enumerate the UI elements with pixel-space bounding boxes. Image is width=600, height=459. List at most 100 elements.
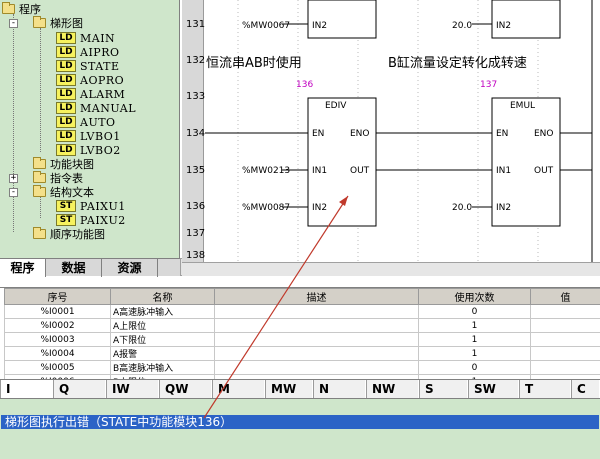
tab-t[interactable]: T: [519, 380, 571, 399]
tab-sw[interactable]: SW: [468, 380, 519, 399]
ladder-scrollbar[interactable]: [182, 262, 600, 276]
tree-item-ladder[interactable]: - 梯形图: [9, 16, 83, 30]
symbol-grid: 序号 名称 描述 使用次数 值 %I0001 A高速脉冲输入 0 %I0002 …: [4, 288, 600, 389]
tree-item-label: MAIN: [80, 31, 116, 45]
count-cell: 0: [418, 304, 531, 319]
folder-icon: [33, 16, 46, 28]
tree-item-ld-alarm[interactable]: LD ALARM: [56, 87, 125, 101]
ld-badge-icon: LD: [56, 46, 76, 58]
name-cell: A高速脉冲输入: [110, 304, 215, 319]
tree-item-ld-auto[interactable]: LD AUTO: [56, 115, 116, 129]
tree-item-label: STATE: [80, 59, 120, 73]
tab-m[interactable]: M: [212, 380, 265, 399]
count-cell: 0: [418, 360, 531, 375]
table-row[interactable]: %I0001 A高速脉冲输入 0: [4, 304, 600, 319]
variable-label: %MW0213: [242, 166, 290, 176]
tree-connector: [40, 28, 41, 152]
tab-resource[interactable]: 资源: [102, 259, 158, 277]
tree-item-st-paixu1[interactable]: ST PAIXU1: [56, 199, 126, 213]
ladder-grid: EDIV EN IN1 IN2 ENO OUT EMUL EN IN1 IN2 …: [205, 0, 593, 262]
tree-item-st-paixu2[interactable]: ST PAIXU2: [56, 213, 126, 227]
tab-iw[interactable]: IW: [106, 380, 159, 399]
tree-item-sfc[interactable]: 顺序功能图: [33, 227, 105, 241]
tab-n[interactable]: N: [313, 380, 366, 399]
ld-badge-icon: LD: [56, 32, 76, 44]
name-cell: A报警: [110, 346, 215, 361]
output-header: [0, 399, 600, 415]
pin-label: OUT: [350, 166, 370, 176]
pin-label: EN: [312, 129, 324, 139]
rung-comment: 恒流串AB时使用: [206, 56, 302, 71]
tree-connector: [13, 14, 14, 232]
tab-q[interactable]: Q: [53, 380, 106, 399]
count-cell: 1: [418, 318, 531, 333]
tab-mw[interactable]: MW: [265, 380, 313, 399]
tree-item-program[interactable]: 程序: [2, 2, 41, 16]
tree-item-label: LVBO1: [80, 129, 121, 143]
tree-item-ld-aipro[interactable]: LD AIPRO: [56, 45, 120, 59]
value-cell: [530, 304, 600, 319]
rung-comment: B缸流量设定转化成转速: [388, 56, 527, 71]
collapse-icon[interactable]: -: [9, 187, 18, 197]
column-header[interactable]: 名称: [110, 288, 215, 305]
ld-badge-icon: LD: [56, 116, 76, 128]
tab-s[interactable]: S: [419, 380, 468, 399]
variable-label: %MW0067: [242, 21, 290, 31]
tree-item-ld-lvbo2[interactable]: LD LVBO2: [56, 143, 121, 157]
collapse-icon[interactable]: -: [9, 18, 18, 28]
tab-data[interactable]: 数据: [46, 259, 102, 277]
name-cell: A下限位: [110, 332, 215, 347]
column-header[interactable]: 值: [530, 288, 600, 305]
tree-item-ld-lvbo1[interactable]: LD LVBO1: [56, 129, 121, 143]
ladder-editor[interactable]: 131 132 133 134 135 136 137 138 EDIV EN …: [182, 0, 600, 262]
symbol-table: 序号 名称 描述 使用次数 值 %I0001 A高速脉冲输入 0 %I0002 …: [0, 287, 600, 389]
tree-item-label: 结构文本: [50, 186, 94, 199]
column-header[interactable]: 序号: [4, 288, 111, 305]
tree-item-label: 顺序功能图: [50, 228, 105, 241]
tree-item-label: MANUAL: [80, 101, 137, 115]
block-name: EMUL: [510, 101, 535, 111]
pin-label: ENO: [350, 129, 370, 139]
column-header[interactable]: 描述: [214, 288, 419, 305]
folder-icon: [2, 2, 15, 14]
tab-c[interactable]: C: [571, 380, 600, 399]
pin-label: ENO: [534, 129, 554, 139]
expand-icon[interactable]: +: [9, 173, 18, 183]
description-cell: [214, 346, 419, 361]
tree-item-fbd[interactable]: 功能块图: [33, 157, 94, 171]
tree-item-ld-manual[interactable]: LD MANUAL: [56, 101, 136, 115]
tree-item-il[interactable]: + 指令表: [9, 171, 83, 185]
description-cell: [214, 332, 419, 347]
ld-badge-icon: LD: [56, 102, 76, 114]
table-row[interactable]: %I0004 A报警 1: [4, 346, 600, 361]
name-cell: A上限位: [110, 318, 215, 333]
folder-icon: [33, 157, 46, 169]
block-number: 137: [480, 80, 498, 90]
tree-item-label: ALARM: [80, 87, 126, 101]
count-cell: 1: [418, 346, 531, 361]
description-cell: [214, 304, 419, 319]
tree-item-ld-aopro[interactable]: LD AOPRO: [56, 73, 124, 87]
tree-item-label: LVBO2: [80, 143, 121, 157]
table-row[interactable]: %I0005 B高速脉冲输入 0: [4, 360, 600, 375]
table-header-row: 序号 名称 描述 使用次数 值: [4, 288, 600, 305]
value-cell: [530, 346, 600, 361]
tree-item-label: AUTO: [80, 115, 116, 129]
tree-item-ld-main[interactable]: LD MAIN: [56, 31, 115, 45]
pin-label: IN1: [312, 166, 327, 176]
tree-item-ld-state[interactable]: LD STATE: [56, 59, 119, 73]
table-row[interactable]: %I0002 A上限位 1: [4, 318, 600, 333]
pin-label: IN1: [496, 166, 511, 176]
tree-item-label: PAIXU2: [80, 213, 126, 227]
tab-program[interactable]: 程序: [0, 259, 46, 277]
tree-item-st[interactable]: - 结构文本: [9, 185, 94, 199]
error-message[interactable]: 梯形图执行出错（STATE中功能模块136）: [1, 415, 599, 429]
table-row[interactable]: %I0003 A下限位 1: [4, 332, 600, 347]
count-cell: 1: [418, 332, 531, 347]
st-badge-icon: ST: [56, 200, 76, 212]
tab-i[interactable]: I: [0, 380, 53, 399]
tab-nw[interactable]: NW: [366, 380, 419, 399]
function-block-partial: [307, 0, 377, 39]
tab-qw[interactable]: QW: [159, 380, 212, 399]
column-header[interactable]: 使用次数: [418, 288, 531, 305]
